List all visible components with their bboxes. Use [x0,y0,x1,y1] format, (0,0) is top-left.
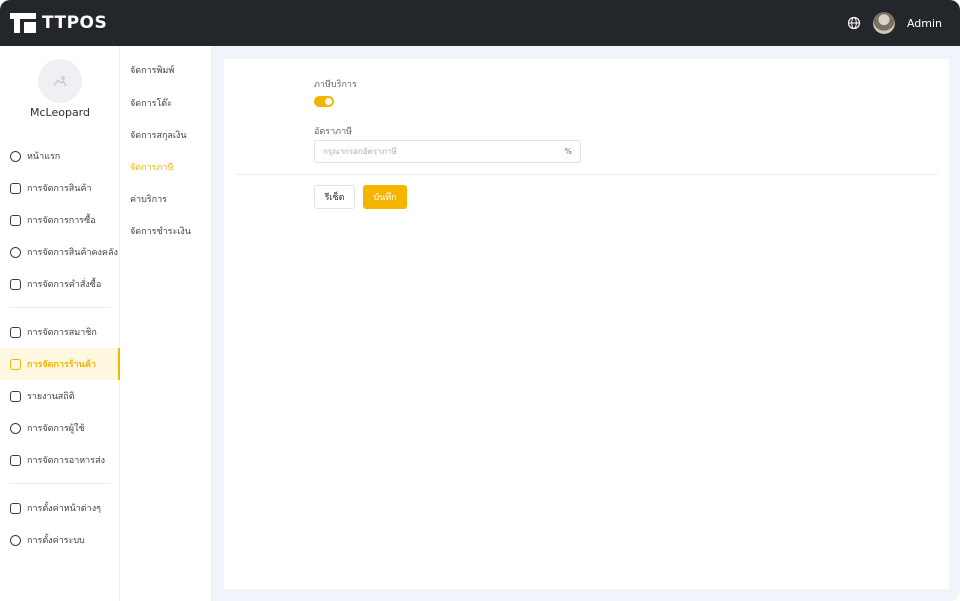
sidebar-item-delivery[interactable]: การจัดการอาหารส่ง [0,444,120,476]
inventory-icon [10,246,21,258]
sidebar-item-label: การจัดการคำสั่งซื้อ [27,280,102,290]
service-tax-label: ภาษีบริการ [314,80,357,90]
store-avatar [38,59,82,103]
store-name: McLeopard [29,106,90,119]
brand-name: TTPOS [42,13,108,33]
sidebar-divider [10,483,110,484]
sidebar-item-label: การจัดการการซื้อ [27,216,96,226]
language-globe-icon[interactable] [847,16,861,30]
sidebar-item-page-settings[interactable]: การตั้งค่าหน้าต่างๆ [0,492,120,524]
tax-settings-panel: ภาษีบริการ อัตราภาษี % รีเซ็ต บันทึก [224,59,949,589]
form-divider [236,174,938,175]
cart-icon [10,214,21,226]
store-icon [10,358,21,370]
submenu-item-tables[interactable]: จัดการโต๊ะ [130,96,172,110]
clipboard-icon [10,278,21,290]
delivery-icon [10,454,21,466]
save-button[interactable]: บันทึก [363,185,407,209]
service-tax-toggle[interactable] [314,96,334,107]
sidebar-item-label: รายงานสถิติ [27,392,75,402]
user-name[interactable]: Admin [907,17,942,30]
reset-button[interactable]: รีเซ็ต [314,185,355,209]
image-placeholder-icon [53,76,67,87]
sidebar-item-products[interactable]: การจัดการสินค้า [0,172,120,204]
sidebar-item-label: การตั้งค่าหน้าต่างๆ [27,504,101,514]
logo-mark-icon [10,13,36,33]
member-icon [10,326,21,338]
sidebar-item-members[interactable]: การจัดการสมาชิก [0,316,120,348]
sidebar-item-label: การจัดการร้านค้า [27,360,96,370]
sidebar-item-home[interactable]: หน้าแรก [0,140,120,172]
sidebar-item-label: การจัดการสมาชิก [27,328,97,338]
users-icon [10,422,21,434]
sidebar-divider [10,307,110,308]
gear-icon [10,534,21,546]
submenu-item-payment[interactable]: จัดการชำระเงิน [130,224,191,238]
tax-rate-field[interactable]: % [314,140,581,163]
store-submenu: จัดการพิมพ์ จัดการโต๊ะ จัดการสกุลเงิน จั… [120,46,212,601]
sidebar-item-users[interactable]: การจัดการผู้ใช้ [0,412,120,444]
sidebar: McLeopard หน้าแรก การจัดการสินค้า การจัด… [0,46,120,601]
submenu-item-tax[interactable]: จัดการภาษี [130,160,173,174]
tax-rate-label: อัตราภาษี [314,127,353,137]
cube-icon [10,182,21,194]
app-window: TTPOS Admin McLeopard หน้าแรก การจัดการส… [0,0,960,601]
page-settings-icon [10,502,21,514]
top-bar-actions: Admin [847,12,942,34]
sidebar-item-store[interactable]: การจัดการร้านค้า [0,348,120,380]
sidebar-item-system-settings[interactable]: การตั้งค่าระบบ [0,524,120,556]
submenu-item-printing[interactable]: จัดการพิมพ์ [130,63,174,77]
sidebar-item-purchasing[interactable]: การจัดการการซื้อ [0,204,120,236]
submenu-item-service-charge[interactable]: ค่าบริการ [130,192,167,206]
sidebar-item-label: การจัดการผู้ใช้ [27,424,85,434]
sidebar-item-orders[interactable]: การจัดการคำสั่งซื้อ [0,268,120,300]
brand-logo[interactable]: TTPOS [10,13,107,33]
sidebar-item-reports[interactable]: รายงานสถิติ [0,380,120,412]
sidebar-item-label: หน้าแรก [27,152,61,162]
sidebar-item-label: การจัดการอาหารส่ง [27,456,105,466]
sidebar-item-label: การจัดการสินค้า [27,184,92,194]
user-avatar[interactable] [872,12,895,34]
sidebar-item-inventory[interactable]: การจัดการสินค้าคงคลัง [0,236,120,268]
dashboard-icon [10,150,21,162]
sidebar-item-label: การตั้งค่าระบบ [27,536,85,546]
tax-rate-input[interactable] [323,147,565,156]
report-icon [10,390,21,402]
percent-suffix: % [564,147,572,156]
submenu-item-currency[interactable]: จัดการสกุลเงิน [130,128,187,142]
top-bar: TTPOS Admin [0,0,960,46]
sidebar-item-label: การจัดการสินค้าคงคลัง [27,248,118,258]
